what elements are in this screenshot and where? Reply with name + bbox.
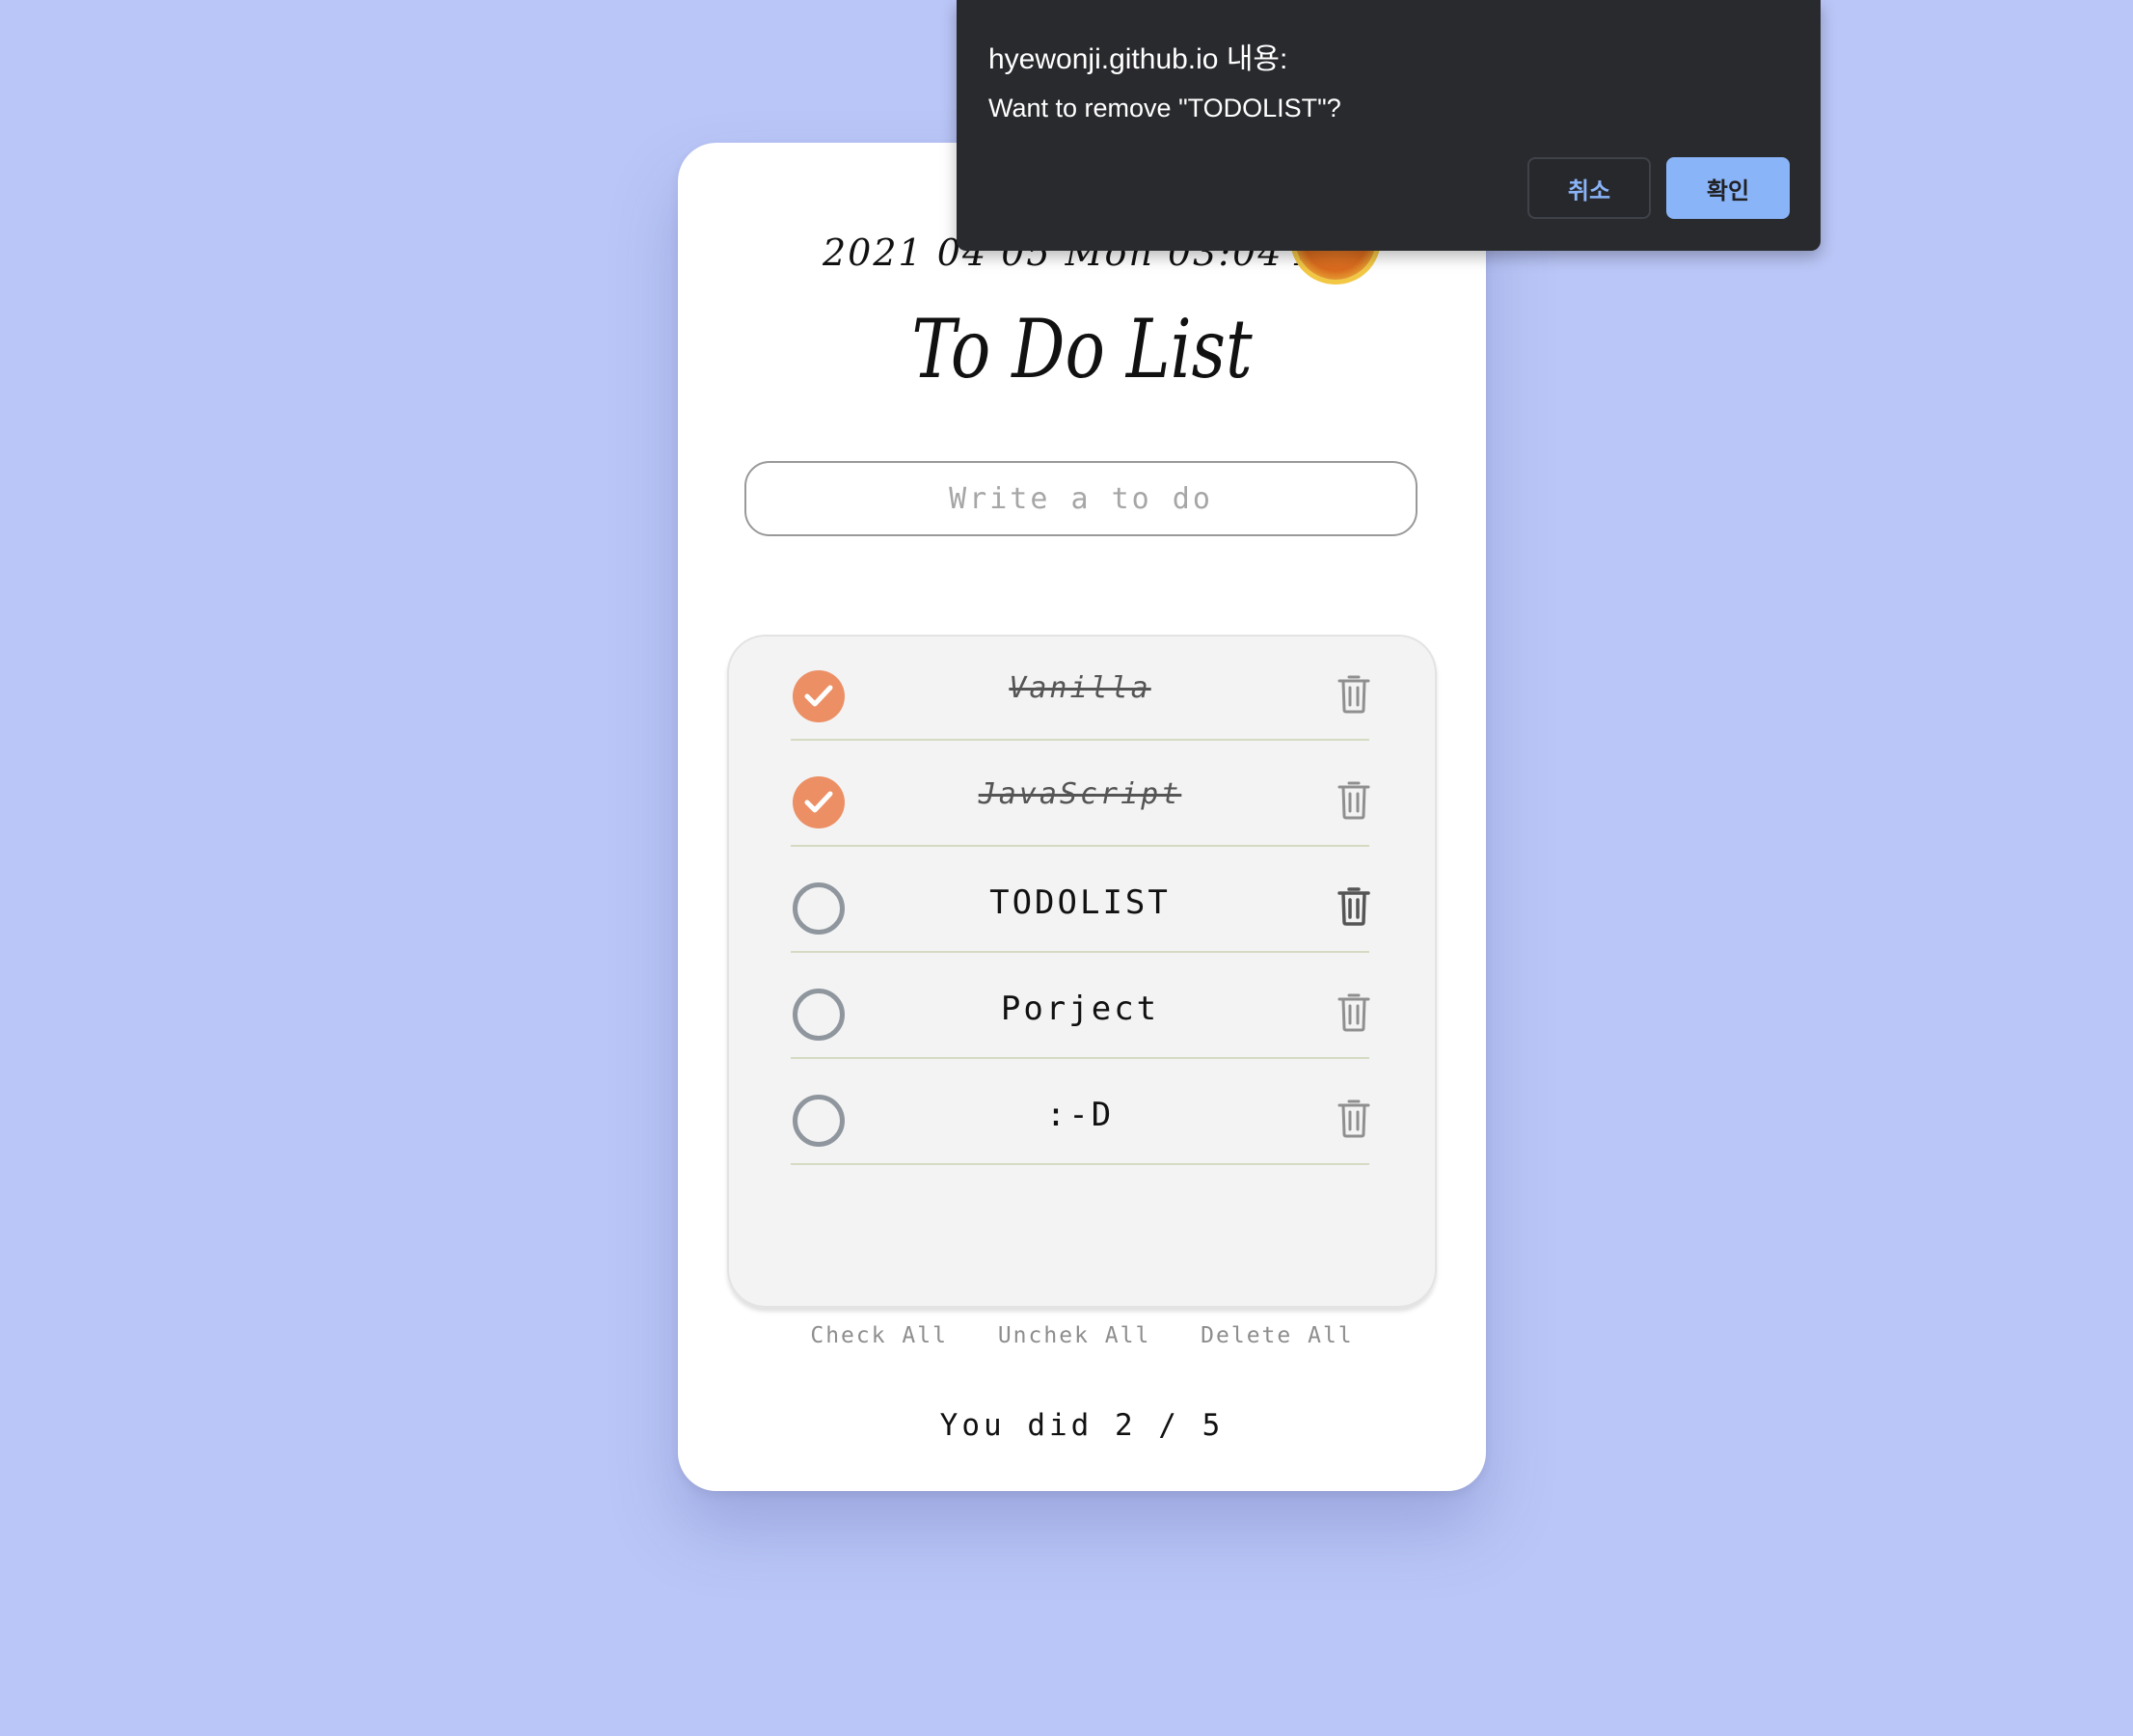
todo-text[interactable]: :-D [868,1096,1292,1134]
todo-item: :-D [791,1059,1371,1165]
check-all-button[interactable]: Check All [810,1323,948,1348]
cancel-button[interactable]: 취소 [1527,157,1651,219]
todo-list: Vanilla JavaScript TODOLIST Porject :-D [727,635,1437,1308]
todo-card: 2021 04 05 Mon 03:04 AM To Do List Vanil… [678,143,1486,1491]
check-icon [804,791,833,813]
todo-item: TODOLIST [791,847,1371,953]
trash-icon[interactable] [1336,885,1371,926]
delete-all-button[interactable]: Delete All [1201,1323,1353,1348]
todo-item: Vanilla [791,635,1371,741]
confirm-dialog: hyewonji.github.io 내용: Want to remove "T… [957,0,1821,251]
checkbox-checked[interactable] [793,670,845,722]
page-title: To Do List [911,302,1253,396]
todo-text[interactable]: JavaScript [868,777,1292,811]
trash-icon[interactable] [1336,779,1371,820]
progress-summary: You did 2 / 5 [939,1408,1225,1443]
uncheck-all-button[interactable]: Unchek All [998,1323,1150,1348]
checkbox-unchecked[interactable] [793,989,845,1041]
todo-item: JavaScript [791,741,1371,847]
todo-text[interactable]: TODOLIST [868,883,1292,922]
checkbox-unchecked[interactable] [793,1095,845,1147]
trash-icon[interactable] [1336,1098,1371,1138]
confirm-button[interactable]: 확인 [1666,157,1790,219]
dialog-message: Want to remove "TODOLIST"? [988,94,1341,122]
checkbox-unchecked[interactable] [793,882,845,935]
todo-text[interactable]: Porject [868,990,1292,1028]
todo-text[interactable]: Vanilla [868,671,1292,705]
trash-icon[interactable] [1336,673,1371,714]
todo-item: Porject [791,953,1371,1059]
checkbox-checked[interactable] [793,776,845,828]
todo-input[interactable] [744,461,1418,536]
check-icon [804,685,833,707]
trash-icon[interactable] [1336,991,1371,1032]
bulk-controls: Check All Unchek All Delete All [678,1323,1486,1348]
dialog-title: hyewonji.github.io 내용: [988,43,1288,75]
